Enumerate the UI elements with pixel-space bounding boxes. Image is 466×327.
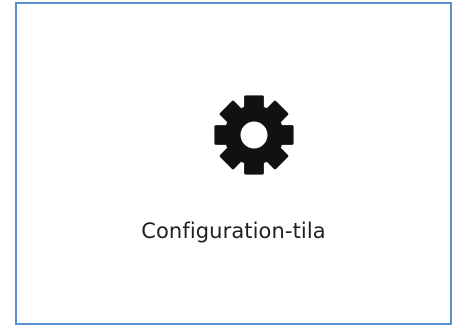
gear-icon [209,90,299,180]
configuration-mode-tile[interactable]: Configuration-tila [15,2,452,325]
tile-label: Configuration-tila [141,219,326,243]
